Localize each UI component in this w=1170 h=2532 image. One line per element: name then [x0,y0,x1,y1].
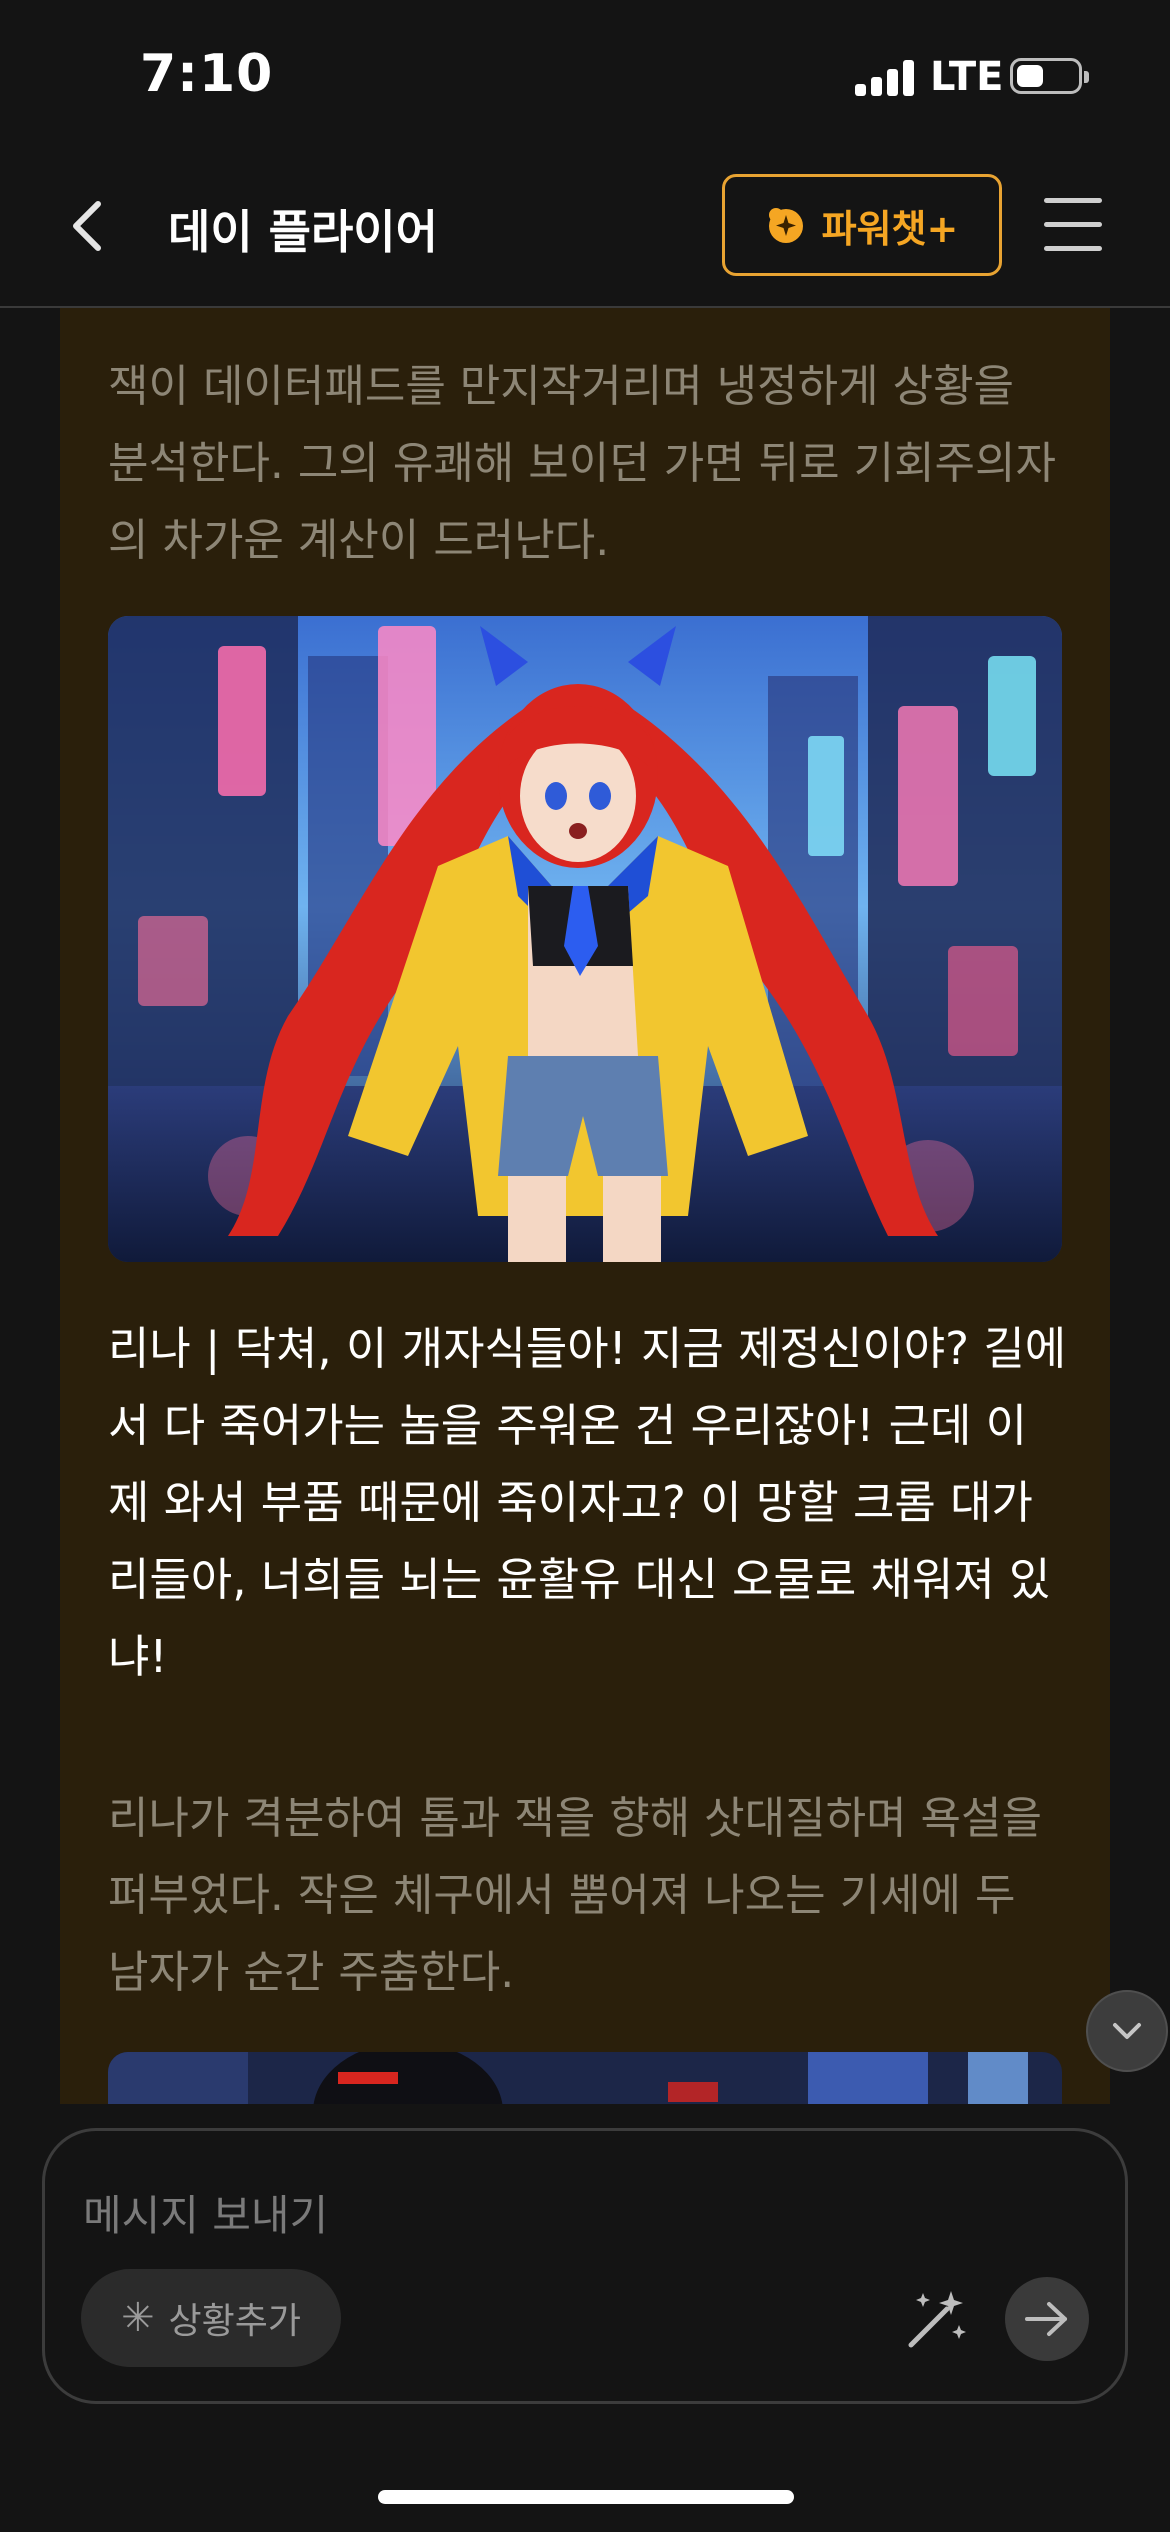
back-button[interactable] [60,190,120,260]
message-input[interactable] [81,2179,885,2251]
message-bubble: 잭이 데이터패드를 만지작거리며 냉정하게 상황을 분석한다. 그의 유쾌해 보… [60,308,1168,2104]
character-dialogue: 리나 | 닥쳐, 이 개자식들아! 지금 제정신이야? 길에서 다 죽어가는 놈… [108,1322,1067,1683]
neon-city-character-illustration-icon [108,2052,1062,2104]
arrow-right-icon [1025,2302,1067,2336]
power-chat-button[interactable]: 파워챗+ [722,174,1002,276]
asterisk-icon: ✳ [121,2295,155,2341]
magic-wand-button[interactable] [901,2283,971,2353]
scene-illustration[interactable] [108,616,1062,1262]
chat-scroll-area[interactable]: 잭이 데이터패드를 만지작거리며 냉정하게 상황을 분석한다. 그의 유쾌해 보… [0,308,1170,2104]
chat-header: 데이 플라이어 파워챗+ [0,150,1170,308]
chat-title: 데이 플라이어 [168,205,438,259]
magic-wand-icon [908,2291,966,2348]
status-bar: 7:10 LTE [0,0,1170,150]
sparkle-badge-icon [768,208,803,243]
menu-button[interactable] [1044,198,1102,252]
cellular-signal-icon [855,60,915,96]
add-situation-label: 상황추가 [168,2301,301,2342]
home-indicator[interactable] [378,2490,794,2504]
message-composer: ✳ 상황추가 [42,2128,1128,2404]
narration-text: 리나가 격분하여 톰과 잭을 향해 삿대질하며 욕설을 퍼부었다. 작은 체구에… [108,1793,1042,1998]
send-button[interactable] [1005,2277,1089,2361]
scroll-to-bottom-button[interactable] [1086,1990,1168,2072]
add-situation-button[interactable]: ✳ 상황추가 [81,2269,341,2367]
anime-girl-neon-city-illustration-icon [108,616,1062,1262]
narration-text: 잭이 데이터패드를 만지작거리며 냉정하게 상황을 분석한다. 그의 유쾌해 보… [108,361,1056,566]
chevron-down-icon [1113,2023,1141,2039]
battery-level [1017,65,1043,87]
chevron-left-icon [73,201,101,251]
network-type: LTE [930,54,1004,100]
battery-icon [1010,58,1089,94]
power-chat-label: 파워챗+ [821,206,959,251]
status-time: 7:10 [140,44,274,104]
scene-illustration[interactable] [108,2052,1062,2104]
